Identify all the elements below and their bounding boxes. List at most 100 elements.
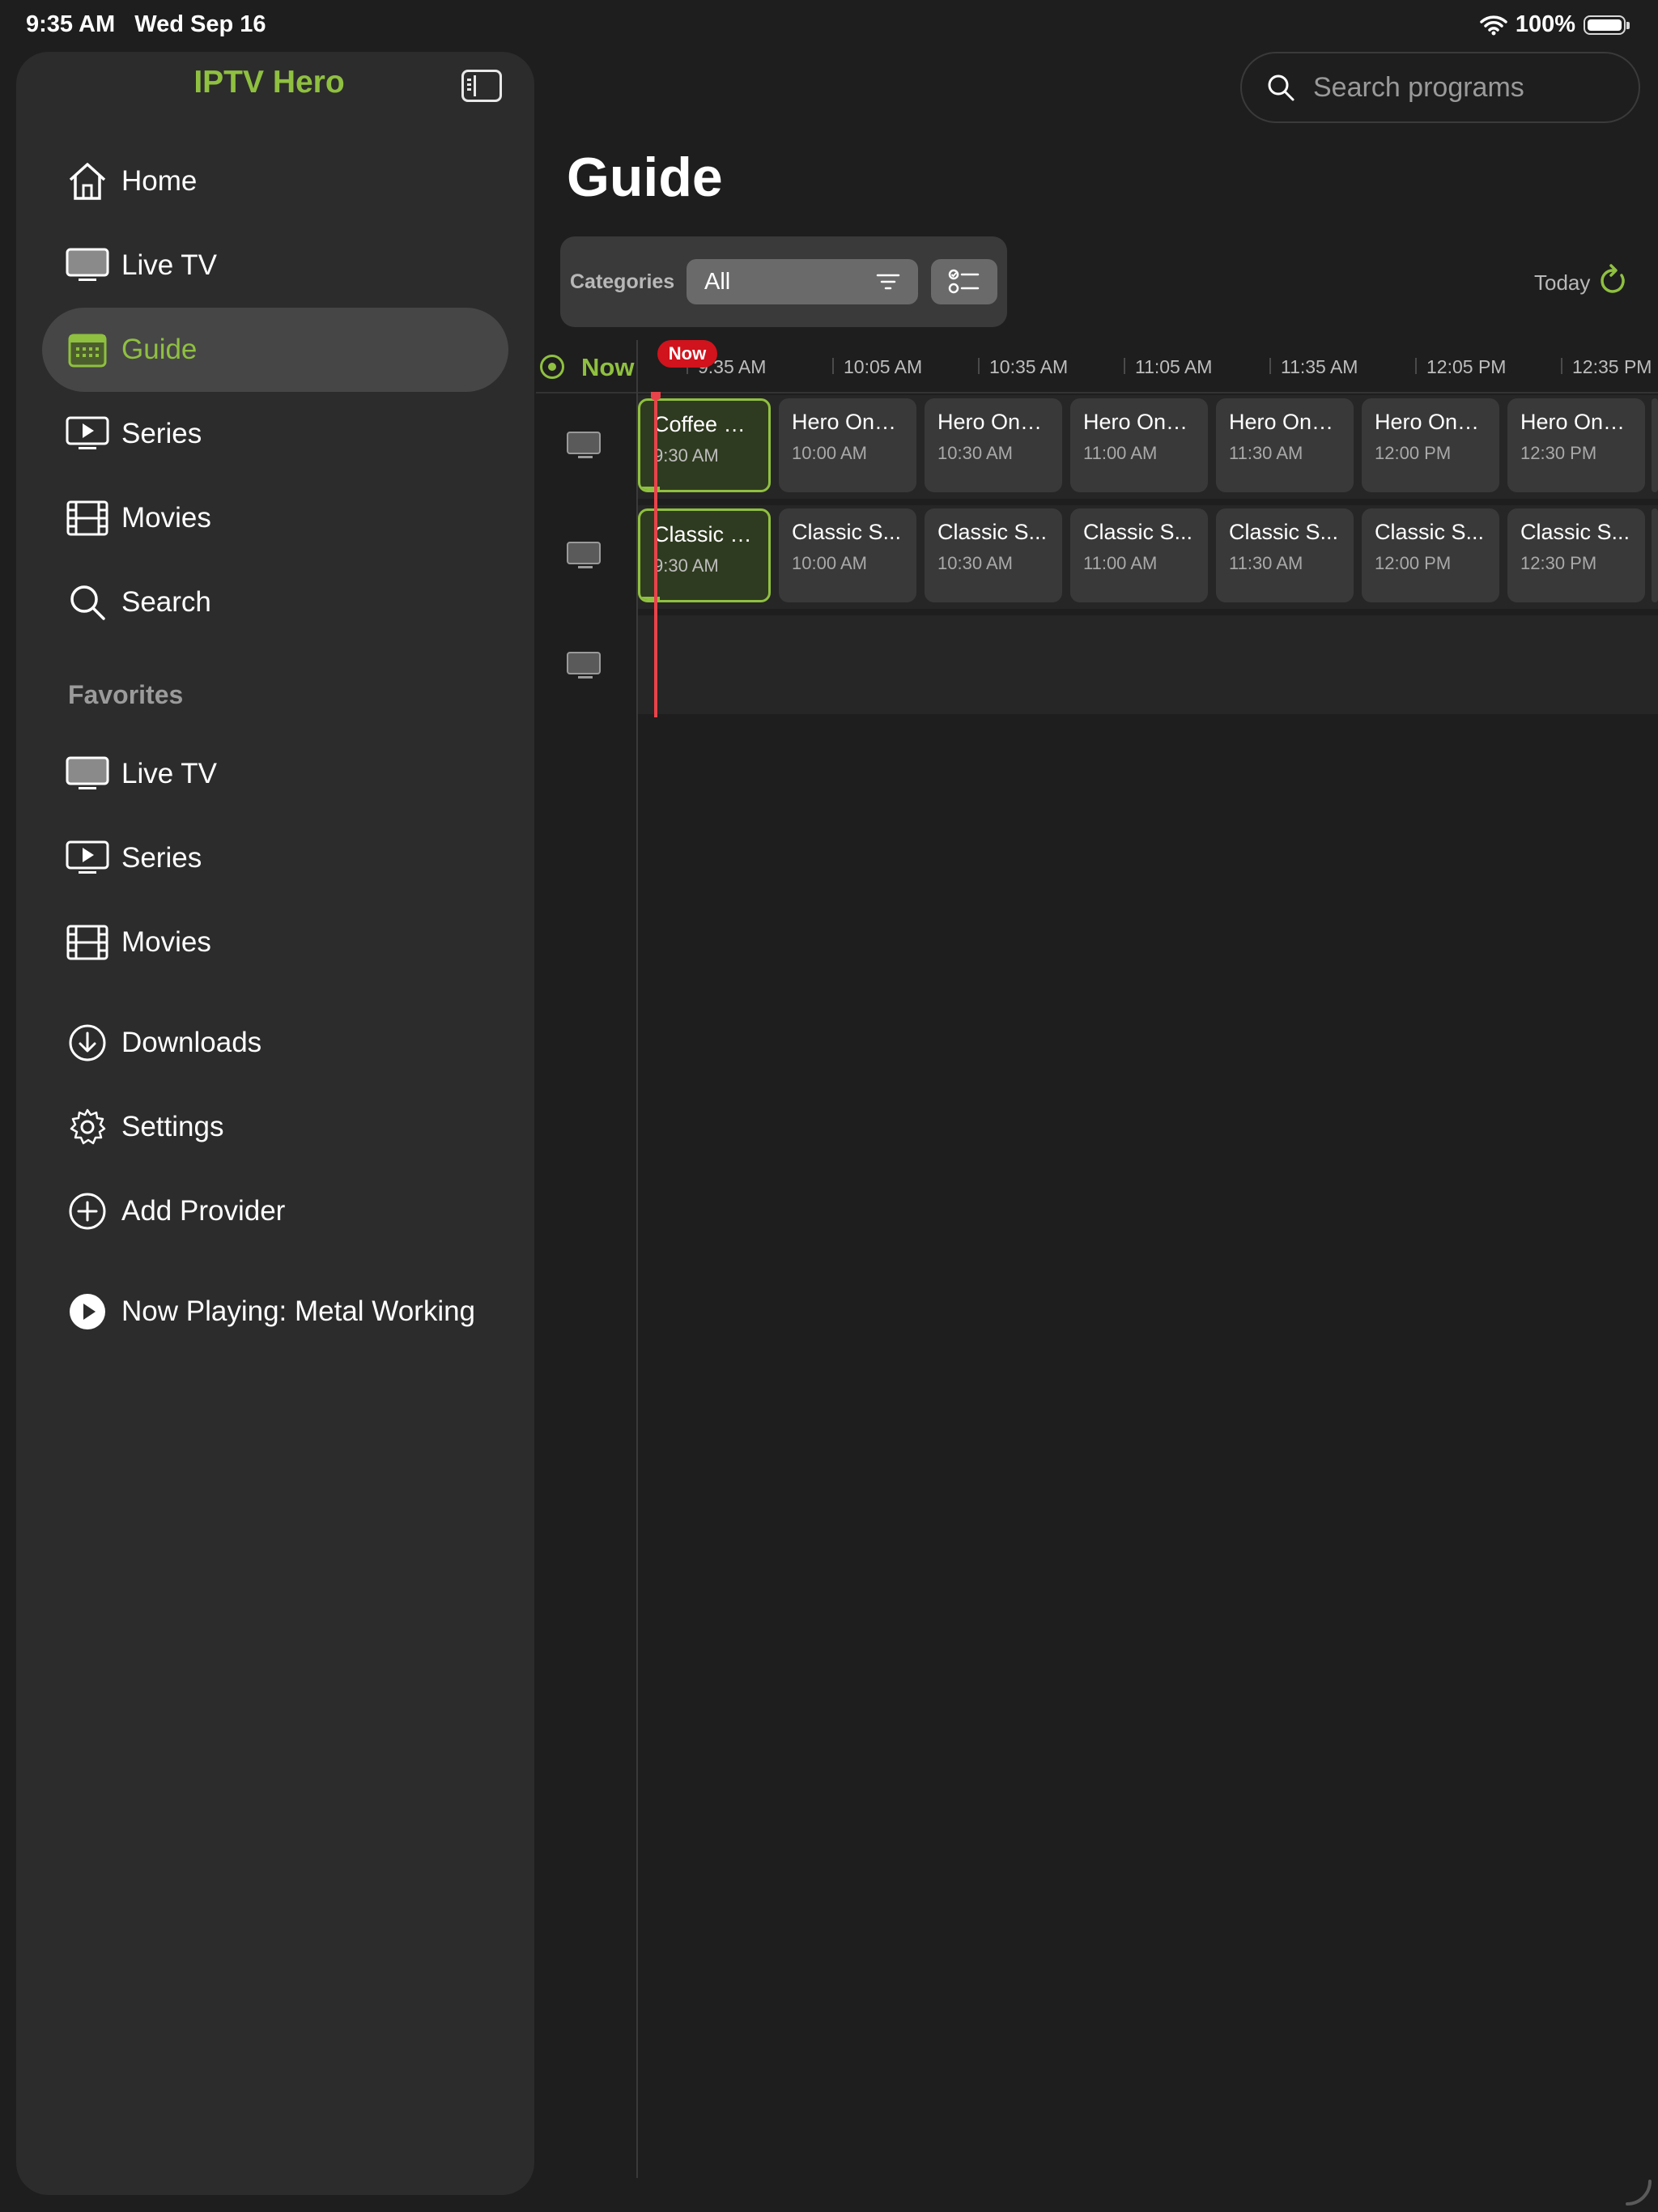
sidebar-item-label: Settings (121, 1111, 224, 1142)
download-circle-icon (65, 1020, 110, 1066)
program-cell[interactable]: Classic S... 11:00 AM (1070, 508, 1208, 602)
program-cell[interactable]: Classic S... 10:30 AM (925, 508, 1062, 602)
categories-label: Categories (570, 270, 675, 293)
program-time: 12:30 PM (1520, 443, 1597, 463)
resize-grip-icon[interactable] (1624, 2178, 1653, 2207)
favorite-item-label: Live TV (121, 758, 218, 789)
time-label: 12:35 PM (1572, 356, 1652, 377)
favorite-item-label: Series (121, 842, 202, 874)
program-cell[interactable]: Hero One... 11:30 AM (1216, 398, 1354, 492)
program-cell[interactable]: Classic S... 11:30 AM (1216, 508, 1354, 602)
jump-to-now-button[interactable]: Now (581, 353, 634, 382)
checklist-icon (948, 269, 980, 294)
search-input[interactable] (1312, 70, 1606, 104)
sidebar-item-settings[interactable]: Settings (42, 1085, 508, 1169)
channel-logo-icon[interactable] (567, 432, 604, 459)
time-label: 12:05 PM (1426, 356, 1507, 377)
program-cell[interactable]: Hero One... 10:30 AM (925, 398, 1062, 492)
program-title: Classic S... (937, 520, 1048, 544)
search-icon (65, 580, 110, 625)
timeline-header-divider (536, 392, 1658, 393)
time-label: 10:35 AM (989, 356, 1069, 377)
time-tick (1124, 358, 1125, 374)
time-label: 11:05 AM (1135, 356, 1213, 377)
program-time: 9:30 AM (653, 445, 719, 466)
time-tick (1269, 358, 1271, 374)
program-title: Classic S... (1520, 520, 1630, 544)
sidebar-item-series[interactable]: Series (42, 392, 508, 476)
calendar-icon (65, 327, 110, 372)
play-rectangle-icon (65, 411, 110, 457)
sidebar-toggle-icon[interactable] (461, 70, 502, 102)
time-tick (832, 358, 834, 374)
filter-lines-icon (876, 274, 900, 290)
wifi-icon (1480, 15, 1507, 35)
favorite-item-label: Movies (121, 926, 211, 958)
program-title: Hero One... (792, 410, 903, 434)
sidebar-item-search[interactable]: Search (42, 560, 508, 644)
program-cell[interactable]: Classic S... 10:00 AM (779, 508, 916, 602)
program-cell[interactable]: Classic S... 12:00 PM (1362, 508, 1499, 602)
sidebar-item-add-provider[interactable]: Add Provider (42, 1169, 508, 1253)
program-time: 11:00 AM (1083, 443, 1158, 463)
time-tick (1415, 358, 1417, 374)
sidebar-item-label: Movies (121, 502, 211, 534)
tv-icon (65, 751, 110, 797)
refresh-icon[interactable] (1599, 264, 1628, 296)
sidebar-item-downloads[interactable]: Downloads (42, 1001, 508, 1085)
program-cell[interactable]: Classic S... 12:30 PM (1507, 508, 1645, 602)
program-cell[interactable]: Coffee &... 9:30 AM (638, 398, 771, 492)
channel-logo-icon[interactable] (567, 542, 604, 569)
channel-logo-icon[interactable] (567, 652, 604, 679)
sidebar-item-live-tv[interactable]: Live TV (42, 223, 508, 308)
status-time-date: 9:35 AM Wed Sep 16 (26, 11, 266, 37)
jump-to-now-icon[interactable] (540, 355, 564, 379)
program-cell[interactable]: Hero One... 12:00 PM (1362, 398, 1499, 492)
sidebar-item-home[interactable]: Home (42, 139, 508, 223)
time-tick (978, 358, 980, 374)
now-playing-item[interactable]: Now Playing: Metal Working (42, 1270, 508, 1354)
page-title: Guide (567, 147, 723, 208)
sidebar-item-guide[interactable]: Guide (42, 308, 508, 392)
program-cell[interactable]: Hero One... 12:30 PM (1507, 398, 1645, 492)
favorite-item-movies[interactable]: Movies (42, 900, 508, 985)
program-cell-partial[interactable] (1652, 508, 1658, 602)
battery-icon (1584, 15, 1630, 35)
favorite-item-series[interactable]: Series (42, 816, 508, 900)
sidebar-item-label: Add Provider (121, 1195, 286, 1227)
today-button-label[interactable]: Today (1534, 270, 1590, 296)
program-cell[interactable]: Hero One... 10:00 AM (779, 398, 916, 492)
house-icon (65, 159, 110, 204)
time-tick (1561, 358, 1562, 374)
search-bar[interactable] (1240, 52, 1640, 123)
now-indicator-marker (651, 392, 661, 400)
program-title: Coffee &... (653, 412, 755, 436)
gear-icon (65, 1104, 110, 1150)
program-title: Hero One... (1375, 410, 1486, 434)
status-indicators: 100% (1480, 11, 1630, 38)
favorite-item-live-tv[interactable]: Live TV (42, 732, 508, 816)
program-time: 11:00 AM (1083, 553, 1158, 573)
time-label: 11:35 AM (1281, 356, 1358, 377)
program-title: Hero One... (937, 410, 1049, 434)
sidebar-item-label: Series (121, 418, 202, 449)
program-time: 12:00 PM (1375, 553, 1452, 573)
now-badge: Now (657, 340, 717, 368)
checklist-filter-button[interactable] (931, 259, 997, 304)
program-title: Hero One... (1083, 410, 1195, 434)
program-title: Hero One... (1229, 410, 1341, 434)
now-playing-label: Now Playing: Metal Working (121, 1295, 476, 1327)
program-cell[interactable]: Classic S... 9:30 AM (638, 508, 771, 602)
program-cell-partial[interactable] (1652, 398, 1658, 492)
program-time: 10:30 AM (937, 553, 1013, 573)
program-cell[interactable]: Hero One... 11:00 AM (1070, 398, 1208, 492)
sidebar-item-label: Downloads (121, 1027, 262, 1058)
play-circle-icon (65, 1289, 110, 1334)
sidebar-item-movies[interactable]: Movies (42, 476, 508, 560)
category-select[interactable]: All (687, 259, 918, 304)
plus-circle-icon (65, 1189, 110, 1234)
time-label: 10:05 AM (844, 356, 923, 377)
program-time: 11:30 AM (1229, 553, 1303, 573)
program-time: 10:30 AM (937, 443, 1013, 463)
play-rectangle-icon (65, 836, 110, 881)
